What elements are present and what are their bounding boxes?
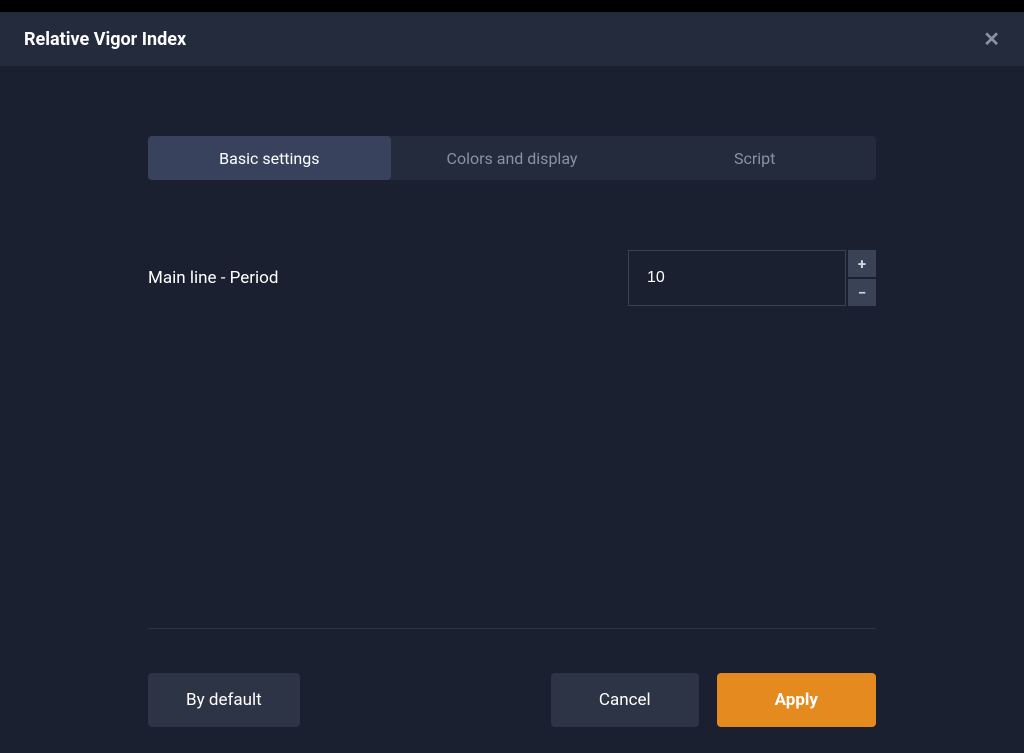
- dialog-body: Basic settings Colors and display Script…: [0, 66, 1024, 753]
- stepper-buttons: + −: [848, 250, 876, 306]
- cancel-button[interactable]: Cancel: [551, 673, 699, 727]
- period-input[interactable]: [628, 250, 846, 306]
- tab-label: Script: [734, 149, 775, 168]
- button-label: Apply: [775, 690, 818, 710]
- tab-basic-settings[interactable]: Basic settings: [148, 136, 391, 180]
- minus-icon: −: [858, 284, 866, 302]
- tab-label: Basic settings: [219, 149, 319, 168]
- tab-bar: Basic settings Colors and display Script: [148, 136, 876, 180]
- button-label: By default: [186, 690, 262, 710]
- close-icon[interactable]: ✕: [983, 27, 1000, 51]
- indicator-settings-dialog: Relative Vigor Index ✕ Basic settings Co…: [0, 12, 1024, 753]
- stepper-minus-button[interactable]: −: [848, 279, 876, 306]
- stepper-plus-button[interactable]: +: [848, 250, 876, 277]
- period-stepper: + −: [628, 250, 876, 306]
- app-topbar: [0, 0, 1024, 12]
- apply-button[interactable]: Apply: [717, 673, 876, 727]
- dialog-footer: By default Cancel Apply: [148, 629, 876, 753]
- setting-main-line-period: Main line - Period + −: [148, 250, 876, 306]
- dialog-title: Relative Vigor Index: [24, 29, 186, 50]
- by-default-button[interactable]: By default: [148, 673, 300, 727]
- plus-icon: +: [858, 255, 866, 273]
- tab-colors-and-display[interactable]: Colors and display: [391, 136, 634, 180]
- tab-script[interactable]: Script: [633, 136, 876, 180]
- tab-label: Colors and display: [447, 149, 578, 168]
- dialog-titlebar: Relative Vigor Index ✕: [0, 12, 1024, 66]
- setting-label: Main line - Period: [148, 268, 278, 288]
- button-label: Cancel: [599, 690, 651, 710]
